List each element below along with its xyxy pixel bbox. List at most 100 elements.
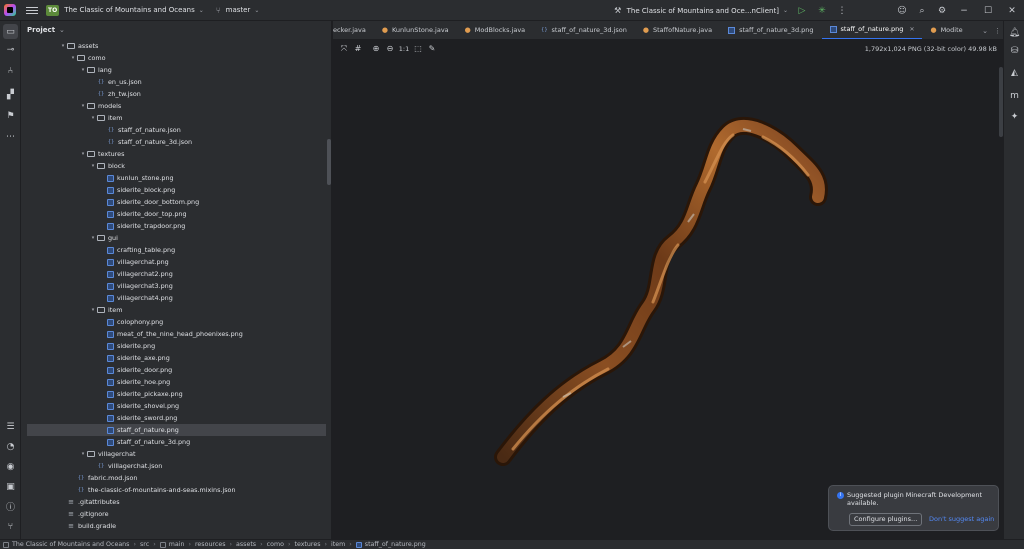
gradle-icon[interactable]: ◭ (1007, 65, 1022, 80)
chevron-down-icon[interactable]: ▾ (69, 55, 77, 61)
tree-scrollbar[interactable] (327, 139, 331, 185)
pull-requests-icon[interactable]: ⑃ (3, 63, 18, 78)
editor-tab[interactable]: staff_of_nature.png ✕ (821, 21, 923, 39)
tree-item[interactable]: ▾ textures (21, 148, 331, 160)
run-config-selector[interactable]: The Classic of Mountains and Oce...nClie… (627, 7, 779, 15)
tree-item[interactable]: siderite_hoe.png (21, 376, 331, 388)
chevron-down-icon[interactable]: ▾ (79, 103, 87, 109)
debug-icon[interactable]: ✳ (812, 0, 832, 21)
chevron-down-icon[interactable]: ▾ (89, 307, 97, 313)
bookmarks-icon[interactable]: ⚑ (3, 108, 18, 123)
tree-item[interactable]: siderite_block.png (21, 184, 331, 196)
account-icon[interactable]: ☺ (892, 0, 912, 21)
tree-item[interactable]: ▾ item (21, 304, 331, 316)
tree-item[interactable]: ≡ build.gradle (21, 520, 331, 532)
ai-assistant-icon[interactable]: ✦ (1007, 109, 1022, 124)
ide-logo-icon[interactable] (4, 4, 16, 16)
more-tools-icon[interactable]: ⋯ (3, 129, 18, 144)
close-icon[interactable]: ✕ (1000, 0, 1024, 21)
chevron-down-icon[interactable]: ⌄ (59, 26, 65, 34)
chevron-down-icon[interactable]: ▾ (89, 163, 97, 169)
chevron-down-icon[interactable]: ⌄ (783, 7, 788, 14)
tree-item[interactable]: staff_of_nature_3d.png (21, 436, 331, 448)
structure-icon[interactable]: ▞ (3, 87, 18, 102)
problems-icon[interactable]: ⓘ (3, 499, 18, 514)
actual-size-button[interactable]: 1:1 (397, 45, 411, 53)
tree-item[interactable]: {} the-classic-of-mountains-and-seas.mixi… (21, 484, 331, 496)
project-folder-icon[interactable]: ▭ (3, 24, 18, 39)
image-canvas[interactable] (333, 57, 1003, 539)
tree-item[interactable]: kunlun_stone.png (21, 172, 331, 184)
chevron-down-icon[interactable]: ▾ (79, 151, 87, 157)
more-icon[interactable]: ⋮ (832, 0, 852, 21)
breadcrumb-item[interactable]: assets (236, 541, 256, 548)
chevron-down-icon[interactable]: ▾ (79, 67, 87, 73)
editor-tab[interactable]: ● ModBlocks.java (457, 21, 533, 39)
search-icon[interactable]: ⌕ (912, 0, 932, 21)
tree-item[interactable]: villagerchat4.png (21, 292, 331, 304)
chevron-down-icon[interactable]: ▾ (89, 235, 97, 241)
profiler-icon[interactable]: ◔ (3, 439, 18, 454)
tree-item[interactable]: ▾ block (21, 160, 331, 172)
tree-item[interactable]: ▾ gui (21, 232, 331, 244)
breadcrumb-item[interactable]: main (169, 541, 185, 548)
services-icon[interactable]: ◉ (3, 459, 18, 474)
branch-name[interactable]: master (226, 6, 251, 14)
tree-item[interactable]: ≡ .gitattributes (21, 496, 331, 508)
tree-item[interactable]: siderite_pickaxe.png (21, 388, 331, 400)
chevron-down-icon[interactable]: ⌄ (254, 7, 259, 14)
editor-tab[interactable]: ● KunlunStone.java (374, 21, 457, 39)
grid-icon[interactable]: # (351, 44, 365, 53)
tree-item[interactable]: ≡ .gitignore (21, 508, 331, 520)
tree-item[interactable]: {} staff_of_nature_3d.json (21, 136, 331, 148)
editor-tab[interactable]: ● Modite (922, 21, 970, 39)
breadcrumb-item[interactable]: src (140, 541, 149, 548)
tree-item[interactable]: siderite_trapdoor.png (21, 220, 331, 232)
dont-suggest-link[interactable]: Don't suggest again (929, 515, 994, 523)
maximize-icon[interactable]: ☐ (976, 0, 1000, 21)
settings-icon[interactable]: ⚙ (932, 0, 952, 21)
branch-icon[interactable]: ⑂ (216, 6, 221, 15)
project-panel-header[interactable]: Project ⌄ (21, 21, 331, 39)
tree-item[interactable]: {} villlagerchat.json (21, 460, 331, 472)
tree-item[interactable]: ▾ item (21, 112, 331, 124)
tree-item[interactable]: siderite_door_bottom.png (21, 196, 331, 208)
chevron-down-icon[interactable]: ▾ (59, 43, 67, 49)
tree-item[interactable]: {} zh_tw.json (21, 88, 331, 100)
editor-tab[interactable]: staff_of_nature_3d.png (720, 21, 821, 39)
tree-item[interactable]: colophony.png (21, 316, 331, 328)
run-icon[interactable]: ▷ (792, 0, 812, 21)
minimize-icon[interactable]: − (952, 0, 976, 21)
chevron-down-icon[interactable]: ▾ (89, 115, 97, 121)
tree-item[interactable]: ▾ como (21, 52, 331, 64)
tree-item[interactable]: {} en_us.json (21, 76, 331, 88)
tree-item[interactable]: villagerchat.png (21, 256, 331, 268)
tree-item[interactable]: ▾ models (21, 100, 331, 112)
project-name[interactable]: The Classic of Mountains and Oceans (64, 6, 195, 14)
color-picker-icon[interactable]: ✎ (425, 44, 439, 53)
zoom-out-icon[interactable]: ⊖ (383, 44, 397, 53)
notifications-icon[interactable]: 🔔︎ (1007, 25, 1022, 40)
editor-tab[interactable]: ecker.java (333, 21, 374, 39)
chevron-down-icon[interactable]: ⌄ (199, 7, 204, 14)
zoom-in-icon[interactable]: ⊕ (369, 44, 383, 53)
breadcrumb-item[interactable]: The Classic of Mountains and Oceans (12, 541, 129, 548)
git-icon[interactable]: ⑂ (3, 519, 18, 534)
tree-item[interactable]: crafting_table.png (21, 244, 331, 256)
maven-icon[interactable]: m (1007, 88, 1022, 103)
tree-item[interactable]: villagerchat3.png (21, 280, 331, 292)
fit-window-icon[interactable]: ⬚ (411, 44, 425, 53)
tree-item[interactable]: staff_of_nature.png (27, 424, 326, 436)
tree-item[interactable]: villagerchat2.png (21, 268, 331, 280)
more-icon[interactable]: ⋮ (994, 27, 1001, 35)
breadcrumb-item[interactable]: textures (294, 541, 320, 548)
breadcrumb-item[interactable]: item (331, 541, 345, 548)
breadcrumb-item[interactable]: resources (195, 541, 226, 548)
project-badge[interactable]: TO (46, 4, 60, 16)
tree-item[interactable]: siderite_door.png (21, 364, 331, 376)
tree-item[interactable]: siderite.png (21, 340, 331, 352)
hammer-icon[interactable]: ⚒ (611, 0, 625, 21)
database-icon[interactable]: ⛁ (1007, 43, 1022, 58)
editor-tab[interactable]: ● StaffofNature.java (635, 21, 720, 39)
chevron-down-icon[interactable]: ⌄ (982, 27, 988, 35)
